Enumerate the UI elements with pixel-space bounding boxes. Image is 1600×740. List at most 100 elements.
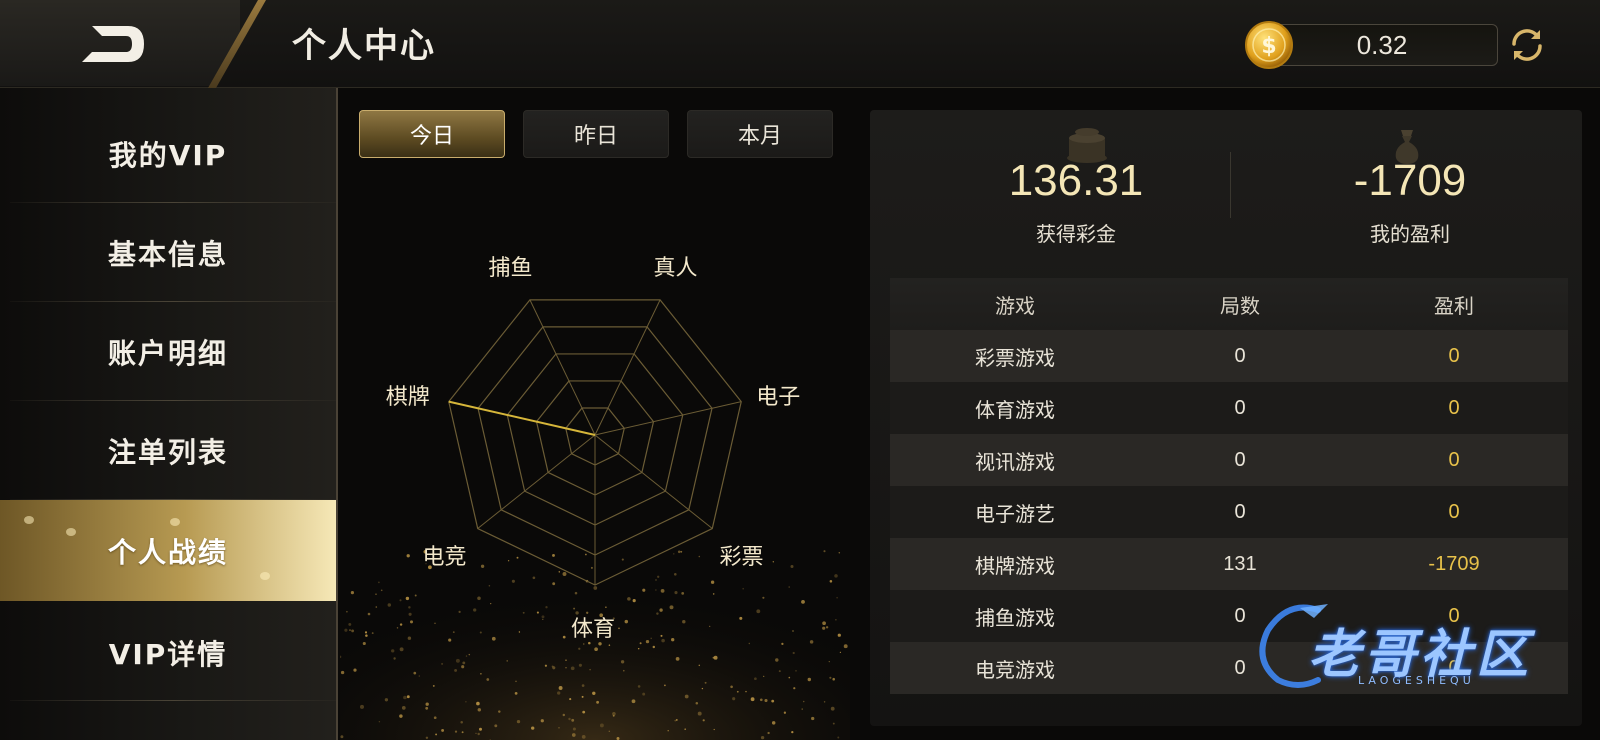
cell-profit: 0 xyxy=(1448,448,1460,471)
floor-dot xyxy=(778,670,781,673)
floor-dot xyxy=(664,684,666,687)
sidebar-item-basic-info[interactable]: 基本信息 xyxy=(0,202,336,303)
floor-dot xyxy=(843,644,848,649)
floor-dot xyxy=(811,716,815,721)
back-icon xyxy=(82,26,144,62)
cell-game: 捕鱼游戏 xyxy=(975,605,1055,630)
sparkle-decoration xyxy=(66,528,76,536)
floor-dot xyxy=(650,637,652,640)
floor-dot xyxy=(834,574,838,578)
table-row: 体育游戏 0 0 xyxy=(890,382,1568,434)
floor-dot xyxy=(340,670,345,675)
sparkle-decoration xyxy=(24,516,34,524)
floor-dot xyxy=(413,671,417,675)
floor-dot xyxy=(515,680,517,683)
floor-dot xyxy=(671,638,675,642)
cell-game: 彩票游戏 xyxy=(975,345,1055,370)
floor-dot xyxy=(507,560,510,562)
floor-dot xyxy=(750,697,755,702)
floor-dot xyxy=(435,733,438,736)
refresh-icon[interactable] xyxy=(1506,24,1548,66)
svg-text:$: $ xyxy=(1261,34,1276,59)
floor-dot xyxy=(702,719,705,722)
floor-dot xyxy=(771,721,776,725)
floor-dot xyxy=(477,732,480,736)
floor-dot xyxy=(425,736,429,740)
floor-dot xyxy=(569,698,572,701)
sidebar-item-my-vip[interactable]: 我的VIP xyxy=(0,103,336,204)
floor-dot xyxy=(775,658,779,662)
floor-dot xyxy=(380,589,383,592)
floor-dot xyxy=(473,608,477,612)
floor-dot xyxy=(608,730,611,733)
floor-dot xyxy=(414,594,417,597)
back-button[interactable] xyxy=(78,20,150,68)
floor-dot xyxy=(620,660,625,664)
floor-dot xyxy=(823,701,826,703)
floor-dot xyxy=(441,662,444,665)
sidebar-item-bet-list[interactable]: 注单列表 xyxy=(0,400,336,501)
floor-dot xyxy=(742,587,745,590)
table-header: 游戏 局数 盈利 xyxy=(890,278,1568,330)
floor-dot xyxy=(674,719,677,722)
cell-rounds: 0 xyxy=(1234,448,1246,471)
floor-dot xyxy=(405,596,410,601)
floor-dot xyxy=(698,664,701,667)
floor-dot xyxy=(637,685,641,688)
sidebar-item-account-details[interactable]: 账户明细 xyxy=(0,301,336,402)
table-row: 电子游艺 0 0 xyxy=(890,486,1568,538)
floor-dot xyxy=(551,665,554,668)
floor-dot xyxy=(631,699,636,704)
sidebar-item-personal-record[interactable]: 个人战绩 xyxy=(0,500,336,601)
floor-dot xyxy=(568,717,571,721)
cell-game: 体育游戏 xyxy=(975,397,1055,422)
floor-dot xyxy=(661,638,665,643)
floor-dot xyxy=(674,591,678,595)
floor-dot xyxy=(837,736,840,739)
tab-label: 本月 xyxy=(737,124,782,149)
profit-label: 我的盈利 xyxy=(1370,222,1450,246)
sidebar-item-vip-details[interactable]: VIP详情 xyxy=(0,602,336,703)
floor-dot xyxy=(801,708,803,710)
floor-dot xyxy=(675,657,680,661)
floor-dot xyxy=(371,632,374,635)
floor-dot xyxy=(809,640,814,644)
floor-dot xyxy=(410,620,413,624)
floor-dot xyxy=(391,649,395,653)
floor-dot xyxy=(589,668,591,671)
tab-this-month[interactable]: 本月 xyxy=(687,110,833,158)
floor-dot xyxy=(623,669,625,672)
radar-axis-label: 体育 xyxy=(571,617,616,642)
floor-dot xyxy=(479,727,482,731)
floor-dot xyxy=(624,619,629,624)
floor-dot xyxy=(822,621,826,626)
floor-dot xyxy=(491,636,496,641)
table-row: 棋牌游戏 131 -1709 xyxy=(890,538,1568,590)
floor-dot xyxy=(572,727,576,731)
floor-dot xyxy=(396,627,399,629)
floor-dot xyxy=(771,699,775,703)
floor-dot xyxy=(656,612,659,615)
record-table: 游戏 局数 盈利 彩票游戏 0 0 体育游戏 0 0 视讯游戏 0 0 电子游艺… xyxy=(890,278,1568,694)
sidebar-item-label: 注单列表 xyxy=(107,435,228,469)
floor-dot xyxy=(710,580,715,584)
floor-dot xyxy=(642,588,646,592)
floor-dot xyxy=(682,619,686,624)
radar-axis-line xyxy=(594,299,661,436)
tab-today[interactable]: 今日 xyxy=(359,110,505,158)
floor-dot xyxy=(730,685,733,689)
floor-dot xyxy=(581,684,585,687)
floor-dot xyxy=(403,695,407,700)
cell-profit: 0 xyxy=(1448,344,1460,367)
floor-dot xyxy=(545,606,548,609)
floor-dot xyxy=(599,723,604,728)
floor-dot xyxy=(407,636,412,640)
floor-dot xyxy=(454,730,458,733)
divider xyxy=(10,700,336,701)
floor-dot xyxy=(767,731,770,735)
bonus-label: 获得彩金 xyxy=(1036,222,1116,246)
floor-dot xyxy=(375,606,378,608)
tab-yesterday[interactable]: 昨日 xyxy=(523,110,669,158)
floor-dot xyxy=(384,698,389,702)
floor-dot xyxy=(349,629,351,631)
